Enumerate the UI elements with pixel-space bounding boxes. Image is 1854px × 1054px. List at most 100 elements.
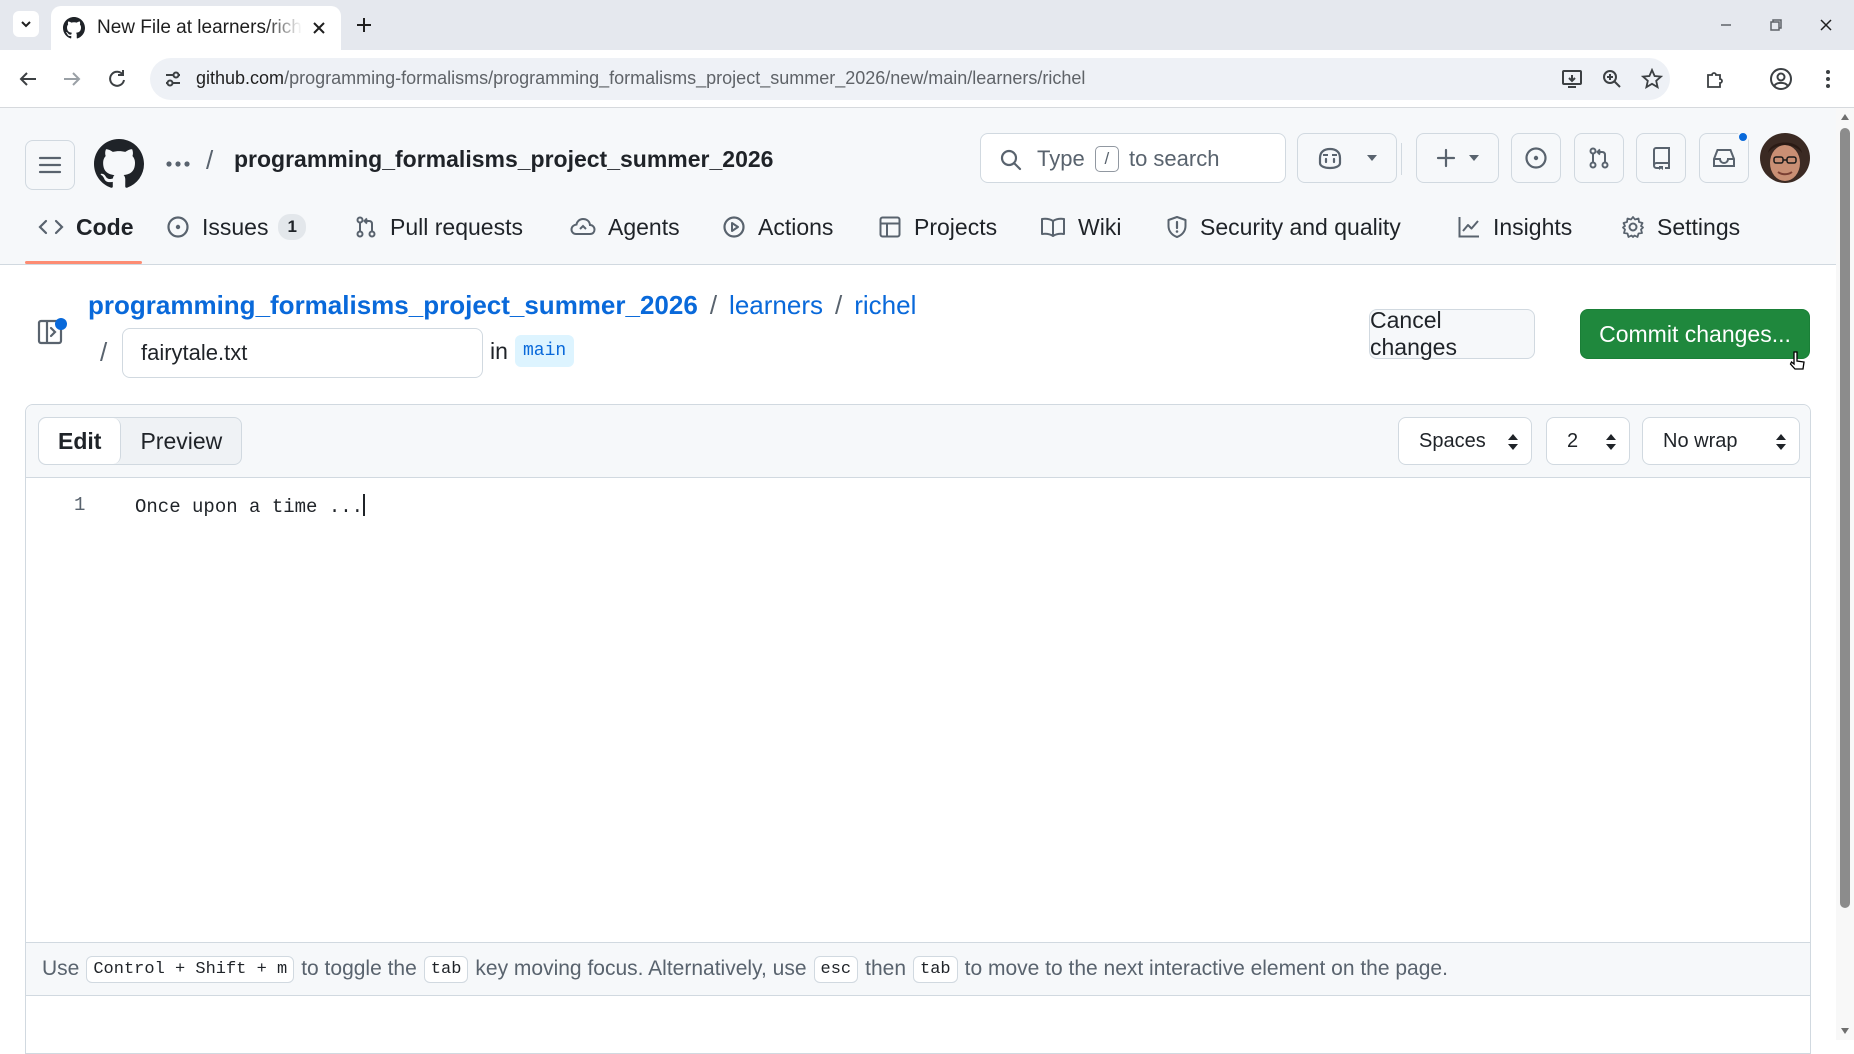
tab-issues[interactable]: Issues 1 <box>166 207 306 247</box>
reload-button[interactable] <box>102 64 132 94</box>
header-repo-title[interactable]: programming_formalisms_project_summer_20… <box>234 146 773 173</box>
hamburger-icon <box>38 156 62 174</box>
new-tab-icon[interactable] <box>352 13 376 37</box>
restore-icon <box>1770 19 1782 31</box>
tab-edit[interactable]: Edit <box>39 418 122 464</box>
header-divider <box>1401 143 1402 175</box>
puzzle-icon <box>1707 72 1723 88</box>
browser-toolbar: github.com/programming-formalisms/progra… <box>0 50 1854 108</box>
browser-menu-button[interactable] <box>1816 67 1840 91</box>
search-rest-text: to search <box>1128 146 1220 171</box>
back-button[interactable] <box>13 64 43 94</box>
breadcrumb-separator: / <box>834 290 843 320</box>
profile-button[interactable] <box>1769 67 1793 91</box>
tab-actions[interactable]: Actions <box>722 207 833 247</box>
indent-mode-select[interactable]: Spaces <box>1398 417 1532 465</box>
breadcrumb-separator: / <box>709 290 718 320</box>
agents-icon <box>570 217 596 235</box>
github-favicon-icon <box>63 17 85 39</box>
shield-icon <box>1167 216 1187 238</box>
extensions-button[interactable] <box>1703 67 1727 91</box>
close-icon[interactable] <box>309 18 329 38</box>
github-logo-icon[interactable] <box>94 139 144 189</box>
wrap-mode-select[interactable]: No wrap <box>1642 417 1800 465</box>
text-caret <box>363 494 366 516</box>
file-tree-indicator <box>55 318 67 330</box>
gear-icon <box>1622 216 1644 238</box>
breadcrumb-folder-learners[interactable]: learners <box>729 290 823 320</box>
minimize-button[interactable] <box>1713 12 1739 38</box>
site-info-icon[interactable] <box>163 69 183 89</box>
commit-changes-button[interactable]: Commit changes... <box>1580 309 1810 359</box>
code-line-text: Once upon a time ... <box>135 496 364 518</box>
scrollbar-thumb[interactable] <box>1840 128 1850 908</box>
forward-button[interactable] <box>57 64 87 94</box>
issue-icon <box>1525 147 1547 169</box>
tab-wiki[interactable]: Wiki <box>1040 207 1121 247</box>
cancel-changes-button[interactable]: Cancel changes <box>1369 307 1535 360</box>
zoom-button[interactable] <box>1600 67 1624 91</box>
search-input[interactable]: Type / to search <box>980 133 1286 183</box>
tab-security[interactable]: Security and quality <box>1166 207 1401 247</box>
pull-request-icon <box>1589 147 1609 169</box>
wrap-mode-value: No wrap <box>1663 429 1738 452</box>
mouse-pointer-icon <box>1789 351 1805 370</box>
header-slash: / <box>206 145 214 175</box>
url-host: github.com <box>196 68 285 88</box>
your-pull-requests-button[interactable] <box>1574 133 1624 183</box>
avatar[interactable] <box>1760 133 1810 183</box>
breadcrumb-folder-richel[interactable]: richel <box>854 290 916 320</box>
filename-input[interactable] <box>122 328 483 378</box>
more-horizontal-icon[interactable] <box>164 152 192 176</box>
branch-badge[interactable]: main <box>515 335 575 367</box>
tab-settings[interactable]: Settings <box>1621 207 1740 247</box>
code-icon <box>38 219 64 235</box>
graph-icon <box>1458 217 1479 238</box>
filename-slash: / <box>100 337 108 367</box>
tab-code[interactable]: Code <box>38 207 134 247</box>
url-path: /programming-formalisms/programming_form… <box>284 68 1086 88</box>
code-text-area[interactable]: 1 Once upon a time ... <box>26 478 1810 938</box>
hint-key: esc <box>813 955 859 983</box>
install-app-button[interactable] <box>1560 67 1584 91</box>
restore-button[interactable] <box>1763 12 1789 38</box>
create-new-button[interactable] <box>1416 133 1499 183</box>
close-window-button[interactable] <box>1813 12 1839 38</box>
indent-size-select[interactable]: 2 <box>1546 417 1630 465</box>
page-scrollbar[interactable] <box>1836 108 1854 1040</box>
search-icon <box>1000 149 1022 171</box>
install-icon <box>1562 70 1582 88</box>
url-text: github.com/programming-formalisms/progra… <box>196 68 1085 89</box>
indent-mode-value: Spaces <box>1419 429 1486 452</box>
keyboard-hint: Use Control + Shift + m to toggle the ta… <box>26 942 1810 996</box>
copilot-button[interactable] <box>1297 133 1397 183</box>
code-editor: Edit Preview Spaces 2 No wrap 1 Once upo… <box>25 404 1811 1054</box>
book-icon <box>1041 217 1065 237</box>
tab-preview[interactable]: Preview <box>121 418 241 464</box>
zoom-icon <box>1603 70 1621 88</box>
hint-text: Use <box>42 957 80 980</box>
tab-search-dropdown[interactable] <box>13 11 39 37</box>
select-arrows-icon <box>1606 434 1616 450</box>
repositories-button[interactable] <box>1636 133 1686 183</box>
tab-title: New File at learners/richel · programmin… <box>97 17 302 38</box>
scroll-down-icon[interactable] <box>1840 1026 1850 1036</box>
open-menu-button[interactable] <box>25 140 75 190</box>
tab-insights[interactable]: Insights <box>1457 207 1572 247</box>
tab-pull-requests[interactable]: Pull requests <box>354 207 523 247</box>
edit-preview-toggle: Edit Preview <box>38 417 243 465</box>
tab-agents[interactable]: Agents <box>570 207 680 247</box>
tab-projects[interactable]: Projects <box>878 207 997 247</box>
your-issues-button[interactable] <box>1511 133 1561 183</box>
line-number: 1 <box>74 494 86 516</box>
browser-tab-strip: New File at learners/richel · programmin… <box>0 0 1854 50</box>
browser-tab-active[interactable]: New File at learners/richel · programmin… <box>51 6 341 50</box>
scroll-up-icon[interactable] <box>1840 112 1850 122</box>
editor-toolbar: Edit Preview Spaces 2 No wrap <box>26 405 1810 478</box>
breadcrumb-repo-link[interactable]: programming_formalisms_project_summer_20… <box>88 290 698 320</box>
breadcrumb: programming_formalisms_project_summer_20… <box>88 290 916 321</box>
address-bar[interactable]: github.com/programming-formalisms/progra… <box>150 58 1670 100</box>
hint-key: Control + Shift + m <box>86 955 295 983</box>
hint-key: tab <box>423 955 469 983</box>
bookmark-button[interactable] <box>1640 67 1664 91</box>
